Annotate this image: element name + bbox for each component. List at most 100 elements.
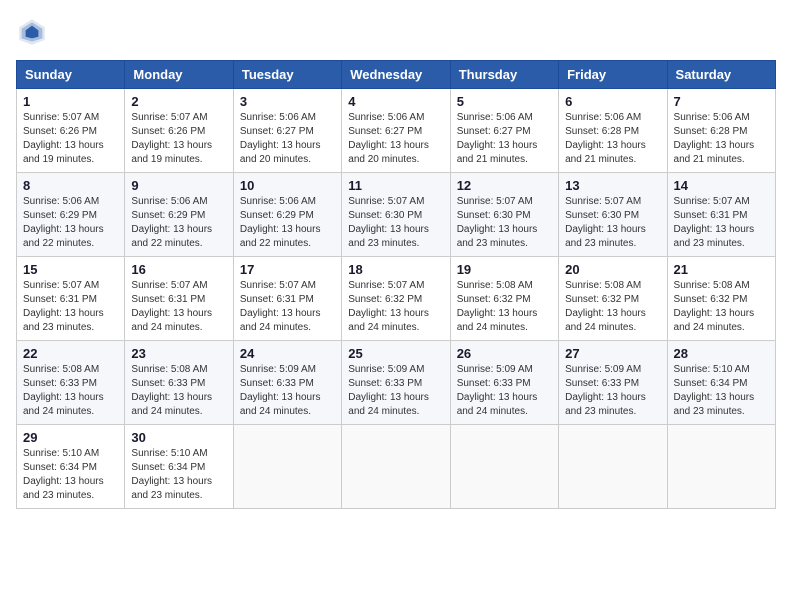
calendar-cell: 14 Sunrise: 5:07 AM Sunset: 6:31 PM Dayl…: [667, 173, 775, 257]
calendar-cell: 17 Sunrise: 5:07 AM Sunset: 6:31 PM Dayl…: [233, 257, 341, 341]
day-number: 10: [240, 178, 335, 193]
day-info: Sunrise: 5:08 AM Sunset: 6:32 PM Dayligh…: [674, 279, 769, 335]
calendar-cell: 1 Sunrise: 5:07 AM Sunset: 6:26 PM Dayli…: [17, 89, 125, 173]
day-info: Sunrise: 5:07 AM Sunset: 6:26 PM Dayligh…: [131, 111, 226, 167]
weekday-header: Monday: [125, 61, 233, 89]
calendar-cell: 5 Sunrise: 5:06 AM Sunset: 6:27 PM Dayli…: [450, 89, 558, 173]
day-info: Sunrise: 5:06 AM Sunset: 6:28 PM Dayligh…: [674, 111, 769, 167]
day-number: 18: [348, 262, 443, 277]
calendar-week-row: 8 Sunrise: 5:06 AM Sunset: 6:29 PM Dayli…: [17, 173, 776, 257]
day-info: Sunrise: 5:07 AM Sunset: 6:31 PM Dayligh…: [131, 279, 226, 335]
calendar-cell: 25 Sunrise: 5:09 AM Sunset: 6:33 PM Dayl…: [342, 341, 450, 425]
calendar-cell: 27 Sunrise: 5:09 AM Sunset: 6:33 PM Dayl…: [559, 341, 667, 425]
day-info: Sunrise: 5:06 AM Sunset: 6:29 PM Dayligh…: [23, 195, 118, 251]
calendar-cell: [342, 425, 450, 509]
day-number: 17: [240, 262, 335, 277]
calendar-cell: 11 Sunrise: 5:07 AM Sunset: 6:30 PM Dayl…: [342, 173, 450, 257]
day-info: Sunrise: 5:07 AM Sunset: 6:31 PM Dayligh…: [240, 279, 335, 335]
day-info: Sunrise: 5:06 AM Sunset: 6:27 PM Dayligh…: [348, 111, 443, 167]
day-info: Sunrise: 5:06 AM Sunset: 6:27 PM Dayligh…: [457, 111, 552, 167]
calendar: SundayMondayTuesdayWednesdayThursdayFrid…: [16, 60, 776, 509]
day-info: Sunrise: 5:09 AM Sunset: 6:33 PM Dayligh…: [457, 363, 552, 419]
day-number: 4: [348, 94, 443, 109]
day-info: Sunrise: 5:08 AM Sunset: 6:33 PM Dayligh…: [131, 363, 226, 419]
day-info: Sunrise: 5:06 AM Sunset: 6:29 PM Dayligh…: [131, 195, 226, 251]
calendar-cell: 16 Sunrise: 5:07 AM Sunset: 6:31 PM Dayl…: [125, 257, 233, 341]
day-info: Sunrise: 5:06 AM Sunset: 6:29 PM Dayligh…: [240, 195, 335, 251]
calendar-header-row: SundayMondayTuesdayWednesdayThursdayFrid…: [17, 61, 776, 89]
day-number: 14: [674, 178, 769, 193]
day-info: Sunrise: 5:07 AM Sunset: 6:31 PM Dayligh…: [674, 195, 769, 251]
weekday-header: Wednesday: [342, 61, 450, 89]
weekday-header: Friday: [559, 61, 667, 89]
day-number: 16: [131, 262, 226, 277]
day-number: 25: [348, 346, 443, 361]
calendar-cell: [233, 425, 341, 509]
weekday-header: Sunday: [17, 61, 125, 89]
calendar-cell: 15 Sunrise: 5:07 AM Sunset: 6:31 PM Dayl…: [17, 257, 125, 341]
calendar-cell: 9 Sunrise: 5:06 AM Sunset: 6:29 PM Dayli…: [125, 173, 233, 257]
weekday-header: Tuesday: [233, 61, 341, 89]
calendar-week-row: 1 Sunrise: 5:07 AM Sunset: 6:26 PM Dayli…: [17, 89, 776, 173]
calendar-cell: 13 Sunrise: 5:07 AM Sunset: 6:30 PM Dayl…: [559, 173, 667, 257]
calendar-cell: 4 Sunrise: 5:06 AM Sunset: 6:27 PM Dayli…: [342, 89, 450, 173]
day-info: Sunrise: 5:07 AM Sunset: 6:31 PM Dayligh…: [23, 279, 118, 335]
day-number: 5: [457, 94, 552, 109]
day-info: Sunrise: 5:09 AM Sunset: 6:33 PM Dayligh…: [565, 363, 660, 419]
day-number: 30: [131, 430, 226, 445]
weekday-header: Saturday: [667, 61, 775, 89]
day-number: 6: [565, 94, 660, 109]
day-number: 27: [565, 346, 660, 361]
day-number: 3: [240, 94, 335, 109]
day-number: 11: [348, 178, 443, 193]
day-info: Sunrise: 5:08 AM Sunset: 6:33 PM Dayligh…: [23, 363, 118, 419]
calendar-cell: [667, 425, 775, 509]
day-number: 7: [674, 94, 769, 109]
weekday-header: Thursday: [450, 61, 558, 89]
day-info: Sunrise: 5:09 AM Sunset: 6:33 PM Dayligh…: [348, 363, 443, 419]
day-number: 1: [23, 94, 118, 109]
calendar-cell: [559, 425, 667, 509]
day-number: 20: [565, 262, 660, 277]
day-number: 29: [23, 430, 118, 445]
calendar-cell: 23 Sunrise: 5:08 AM Sunset: 6:33 PM Dayl…: [125, 341, 233, 425]
day-number: 15: [23, 262, 118, 277]
calendar-cell: 30 Sunrise: 5:10 AM Sunset: 6:34 PM Dayl…: [125, 425, 233, 509]
day-number: 13: [565, 178, 660, 193]
calendar-cell: 10 Sunrise: 5:06 AM Sunset: 6:29 PM Dayl…: [233, 173, 341, 257]
day-number: 9: [131, 178, 226, 193]
header: [16, 16, 776, 48]
calendar-cell: 20 Sunrise: 5:08 AM Sunset: 6:32 PM Dayl…: [559, 257, 667, 341]
calendar-cell: 26 Sunrise: 5:09 AM Sunset: 6:33 PM Dayl…: [450, 341, 558, 425]
day-info: Sunrise: 5:07 AM Sunset: 6:32 PM Dayligh…: [348, 279, 443, 335]
day-number: 23: [131, 346, 226, 361]
calendar-cell: 6 Sunrise: 5:06 AM Sunset: 6:28 PM Dayli…: [559, 89, 667, 173]
day-info: Sunrise: 5:07 AM Sunset: 6:26 PM Dayligh…: [23, 111, 118, 167]
day-number: 2: [131, 94, 226, 109]
calendar-cell: 2 Sunrise: 5:07 AM Sunset: 6:26 PM Dayli…: [125, 89, 233, 173]
day-number: 24: [240, 346, 335, 361]
calendar-cell: 12 Sunrise: 5:07 AM Sunset: 6:30 PM Dayl…: [450, 173, 558, 257]
logo: [16, 16, 52, 48]
calendar-cell: 28 Sunrise: 5:10 AM Sunset: 6:34 PM Dayl…: [667, 341, 775, 425]
calendar-cell: 18 Sunrise: 5:07 AM Sunset: 6:32 PM Dayl…: [342, 257, 450, 341]
calendar-cell: 8 Sunrise: 5:06 AM Sunset: 6:29 PM Dayli…: [17, 173, 125, 257]
logo-icon: [16, 16, 48, 48]
day-info: Sunrise: 5:06 AM Sunset: 6:28 PM Dayligh…: [565, 111, 660, 167]
day-number: 28: [674, 346, 769, 361]
day-info: Sunrise: 5:07 AM Sunset: 6:30 PM Dayligh…: [348, 195, 443, 251]
calendar-week-row: 15 Sunrise: 5:07 AM Sunset: 6:31 PM Dayl…: [17, 257, 776, 341]
calendar-cell: 29 Sunrise: 5:10 AM Sunset: 6:34 PM Dayl…: [17, 425, 125, 509]
day-info: Sunrise: 5:08 AM Sunset: 6:32 PM Dayligh…: [457, 279, 552, 335]
day-info: Sunrise: 5:07 AM Sunset: 6:30 PM Dayligh…: [565, 195, 660, 251]
day-number: 12: [457, 178, 552, 193]
day-info: Sunrise: 5:09 AM Sunset: 6:33 PM Dayligh…: [240, 363, 335, 419]
calendar-week-row: 29 Sunrise: 5:10 AM Sunset: 6:34 PM Dayl…: [17, 425, 776, 509]
calendar-cell: 19 Sunrise: 5:08 AM Sunset: 6:32 PM Dayl…: [450, 257, 558, 341]
calendar-week-row: 22 Sunrise: 5:08 AM Sunset: 6:33 PM Dayl…: [17, 341, 776, 425]
calendar-cell: [450, 425, 558, 509]
day-number: 22: [23, 346, 118, 361]
calendar-cell: 21 Sunrise: 5:08 AM Sunset: 6:32 PM Dayl…: [667, 257, 775, 341]
day-info: Sunrise: 5:07 AM Sunset: 6:30 PM Dayligh…: [457, 195, 552, 251]
day-number: 26: [457, 346, 552, 361]
